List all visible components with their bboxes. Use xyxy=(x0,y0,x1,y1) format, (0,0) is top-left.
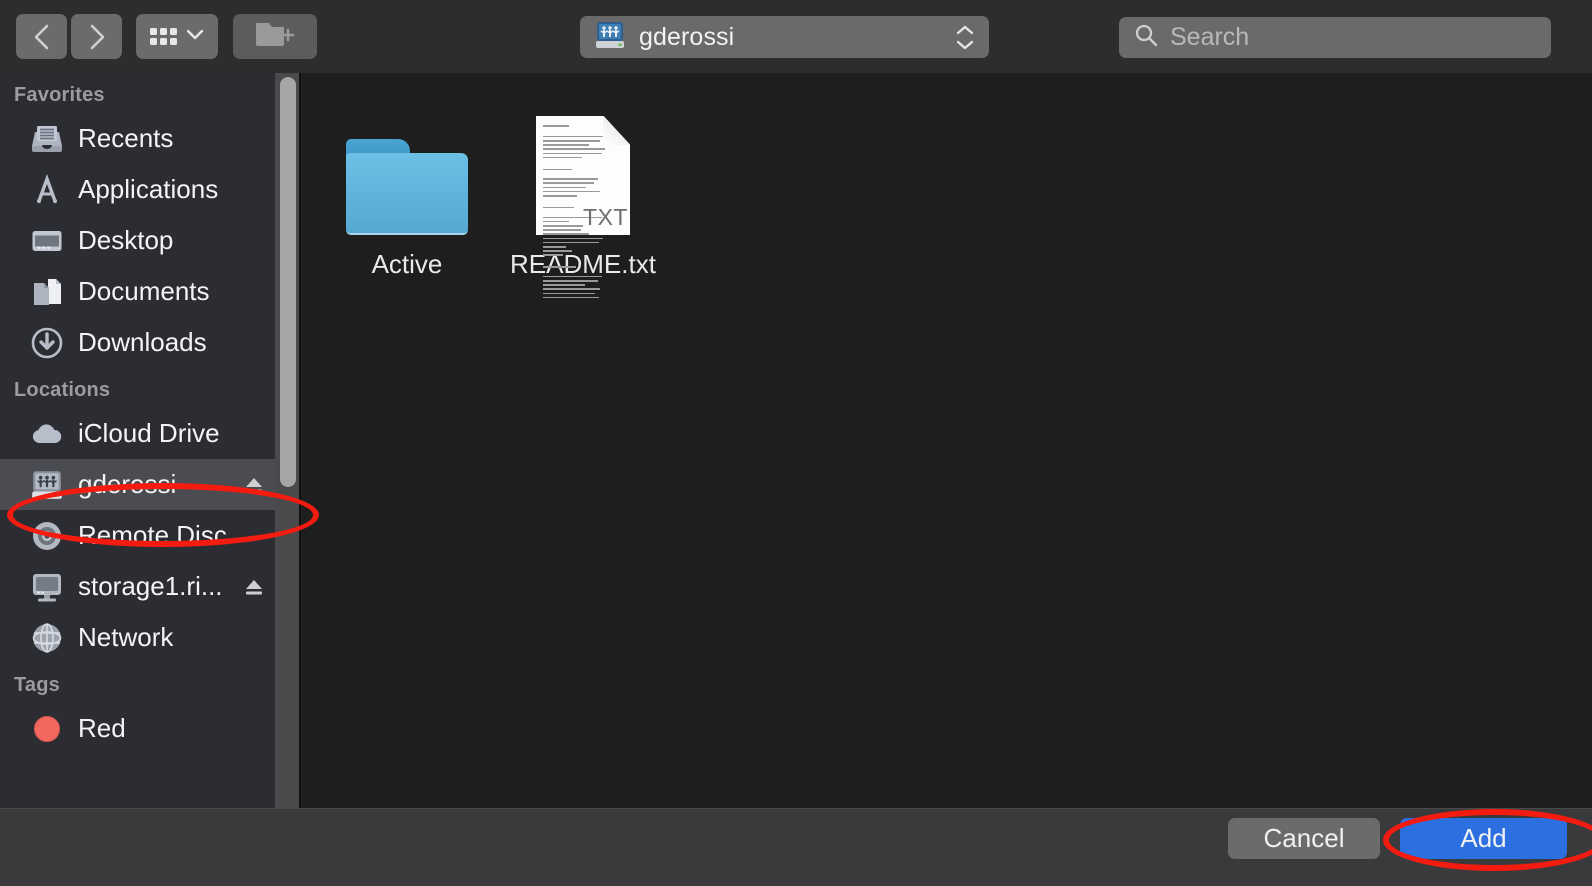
toolbar: gderossi Search xyxy=(0,0,1592,73)
sidebar: Favorites Recents Applications Desktop D… xyxy=(0,73,275,808)
txt-document-icon: TXT xyxy=(536,95,630,299)
sidebar-item-label: Applications xyxy=(78,174,219,204)
search-field[interactable]: Search xyxy=(1119,17,1551,58)
sidebar-item-network[interactable]: Network xyxy=(0,612,275,663)
recents-tray-icon xyxy=(28,123,66,155)
sidebar-item-label: Downloads xyxy=(78,327,207,357)
sidebar-item-desktop[interactable]: Desktop xyxy=(0,215,275,266)
sidebar-item-gderossi[interactable]: gderossi xyxy=(0,459,275,510)
sidebar-item-documents[interactable]: Documents xyxy=(0,266,275,317)
sidebar-item-label: Network xyxy=(78,622,174,652)
chevron-down-icon xyxy=(186,28,204,46)
sidebar-item-applications[interactable]: Applications xyxy=(0,164,275,215)
applications-icon xyxy=(28,173,66,206)
sidebar-section-favorites: Favorites xyxy=(14,84,105,106)
sidebar-item-label: Recents xyxy=(78,123,174,153)
file-browser-content: Active TXT README.txt xyxy=(301,73,1592,808)
file-picker-dialog: gderossi Search Favorites Recents Applic… xyxy=(0,0,1592,886)
folder-plus-icon xyxy=(252,17,298,56)
path-popup-button[interactable]: gderossi xyxy=(580,16,989,58)
sidebar-item-label: iCloud Drive xyxy=(78,418,220,448)
file-item-folder[interactable]: Active xyxy=(319,87,495,280)
sidebar-item-recents[interactable]: Recents xyxy=(0,113,275,164)
sidebar-item-label: Red xyxy=(78,713,126,743)
documents-icon xyxy=(28,276,66,308)
sidebar-section-tags: Tags xyxy=(14,674,60,696)
sidebar-item-storage1[interactable]: storage1.ri... xyxy=(0,561,275,612)
view-mode-button[interactable] xyxy=(136,14,218,59)
grid-icon xyxy=(150,28,177,45)
forward-button[interactable] xyxy=(71,14,122,59)
optical-disc-icon xyxy=(28,519,66,553)
eject-icon[interactable] xyxy=(243,577,265,597)
chevron-right-icon xyxy=(87,23,107,51)
eject-icon[interactable] xyxy=(243,475,265,495)
sidebar-item-label: Desktop xyxy=(78,225,174,255)
network-globe-icon xyxy=(28,621,66,655)
folder-icon xyxy=(346,95,468,235)
sidebar-item-label: gderossi xyxy=(78,469,177,499)
sidebar-item-red-tag[interactable]: Red xyxy=(0,703,275,754)
computer-icon xyxy=(28,571,66,603)
sidebar-section-locations: Locations xyxy=(14,379,111,401)
red-tag-dot xyxy=(28,715,66,742)
icloud-icon xyxy=(28,421,66,447)
downloads-icon xyxy=(28,326,66,360)
sidebar-scrollbar-thumb[interactable] xyxy=(280,77,296,487)
add-button[interactable]: Add xyxy=(1400,818,1567,859)
sidebar-item-label: Documents xyxy=(78,276,210,306)
up-down-chevrons-icon[interactable] xyxy=(955,25,975,50)
sidebar-item-icloud-drive[interactable]: iCloud Drive xyxy=(0,408,275,459)
search-icon xyxy=(1134,23,1159,53)
back-button[interactable] xyxy=(16,14,67,59)
sidebar-item-label: Remote Disc xyxy=(78,520,227,550)
path-popup-label: gderossi xyxy=(639,22,735,51)
shared-drive-icon xyxy=(594,20,626,55)
search-input-placeholder: Search xyxy=(1170,23,1250,51)
sidebar-item-downloads[interactable]: Downloads xyxy=(0,317,275,368)
file-name: Active xyxy=(371,249,443,279)
sidebar-item-label: storage1.ri... xyxy=(78,571,223,601)
cancel-button[interactable]: Cancel xyxy=(1228,818,1380,859)
navigation-button-group xyxy=(16,14,122,59)
desktop-icon xyxy=(28,226,66,256)
sidebar-item-remote-disc[interactable]: Remote Disc xyxy=(0,510,275,561)
file-extension-label: TXT xyxy=(583,204,628,230)
new-folder-button[interactable] xyxy=(233,14,317,59)
shared-drive-icon xyxy=(28,469,66,501)
file-item-txt[interactable]: TXT README.txt xyxy=(495,87,671,299)
chevron-left-icon xyxy=(32,23,52,51)
